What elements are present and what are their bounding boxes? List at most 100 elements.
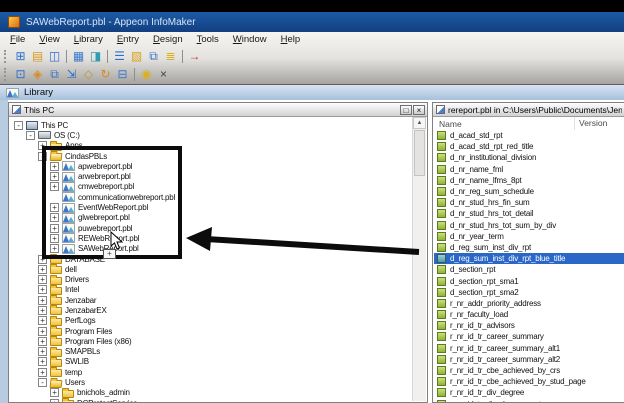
list-item[interactable]: r_nr_id_tr_div_degree_cert — [434, 399, 624, 403]
search-icon[interactable]: ◉ — [138, 66, 155, 82]
expand-icon[interactable]: + — [50, 399, 59, 402]
move-entry-icon[interactable]: ⇲ — [63, 66, 80, 82]
certify-icon[interactable]: ◈ — [29, 66, 46, 82]
close-icon[interactable]: × — [155, 66, 172, 82]
collapse-icon[interactable]: - — [38, 378, 47, 387]
scroll-up-icon[interactable]: ▲ — [413, 117, 426, 129]
list-item[interactable]: d_nr_institutional_division — [434, 152, 624, 163]
expand-icon[interactable]: + — [38, 327, 47, 336]
tree-row[interactable]: +PerfLogs — [10, 316, 412, 326]
tree-row[interactable]: +temp — [10, 367, 412, 377]
list-item[interactable]: d_nr_stud_hrs_tot_detail — [434, 208, 624, 219]
expand-icon[interactable]: + — [38, 368, 47, 377]
close-button[interactable]: × — [413, 105, 425, 115]
menu-tools[interactable]: Tools — [190, 33, 226, 46]
list-view-icon[interactable]: ☰ — [111, 48, 128, 64]
tree-row[interactable]: -OS (C:) — [10, 130, 412, 140]
list-item[interactable]: r_nr_addr_priority_address — [434, 298, 624, 309]
copy-icon[interactable]: ⧉ — [145, 48, 162, 64]
menu-library[interactable]: Library — [67, 33, 110, 46]
list-item[interactable]: d_nr_year_term — [434, 231, 624, 242]
report-painter-icon[interactable]: ▦ — [70, 48, 87, 64]
copy-entry-icon[interactable]: ⧉ — [46, 66, 63, 82]
preview-icon[interactable]: ▧ — [128, 48, 145, 64]
titlebar[interactable]: SAWebReport.pbl - Appeon InfoMaker — [0, 12, 624, 32]
expand-icon[interactable]: + — [38, 285, 47, 294]
regenerate-icon[interactable]: ↻ — [97, 66, 114, 82]
expand-icon[interactable]: + — [38, 275, 47, 284]
folder-icon — [50, 359, 62, 367]
collapse-icon[interactable]: - — [26, 131, 35, 140]
treeview-titlebar[interactable]: This PC □ × — [9, 103, 427, 117]
new-library-icon[interactable]: ⊞ — [12, 48, 29, 64]
list-item[interactable]: d_nr_name_lfms_8pt — [434, 175, 624, 186]
menu-entry[interactable]: Entry — [110, 33, 146, 46]
tree-row[interactable]: +DCProtectService — [10, 398, 412, 402]
list-item[interactable]: d_reg_sum_inst_div_rpt — [434, 242, 624, 253]
list-item[interactable]: d_nr_stud_hrs_tot_sum_by_div — [434, 220, 624, 231]
column-header-name[interactable]: Name — [433, 119, 462, 129]
tree-row[interactable]: +bnichols_admin — [10, 388, 412, 398]
menu-window[interactable]: Window — [226, 33, 274, 46]
listview-titlebar[interactable]: rereport.pbl in C:\Users\Public\Document… — [433, 103, 624, 117]
list-item[interactable]: r_nr_id_tr_career_summary_alt1 — [434, 343, 624, 354]
list-item[interactable]: r_nr_id_tr_career_summary — [434, 331, 624, 342]
menu-design[interactable]: Design — [146, 33, 190, 46]
tree-scrollbar[interactable]: ▲ — [412, 117, 426, 401]
app-window: SAWebReport.pbl - Appeon InfoMaker FileV… — [0, 0, 624, 403]
delete-entry-icon[interactable]: ◇ — [80, 66, 97, 82]
expand-icon[interactable]: + — [38, 357, 47, 366]
tree-row[interactable]: -Users — [10, 377, 412, 387]
list-item[interactable]: r_nr_id_tr_career_summary_alt2 — [434, 354, 624, 365]
open-library-icon[interactable]: ▤ — [29, 48, 46, 64]
menu-file[interactable]: File — [3, 33, 32, 46]
database-icon[interactable]: ≣ — [162, 48, 179, 64]
list-item[interactable]: r_nr_faculty_load — [434, 309, 624, 320]
list-item[interactable]: d_nr_stud_hrs_fin_sum — [434, 197, 624, 208]
library-sheet-caption[interactable]: Library — [0, 84, 624, 100]
library-painter-icon[interactable]: ◫ — [46, 48, 63, 64]
window-title: SAWebReport.pbl - Appeon InfoMaker — [26, 17, 196, 28]
menu-help[interactable]: Help — [274, 33, 308, 46]
tree-row[interactable]: +dell — [10, 264, 412, 274]
list-item[interactable]: d_section_rpt_sma1 — [434, 275, 624, 286]
list-item[interactable]: d_reg_sum_inst_div_rpt_blue_title — [434, 253, 624, 264]
list-item[interactable]: r_nr_id_tr_div_degree — [434, 387, 624, 398]
listview-window: rereport.pbl in C:\Users\Public\Document… — [432, 102, 624, 403]
expand-icon[interactable]: + — [38, 316, 47, 325]
tree-row[interactable]: +Program Files (x86) — [10, 336, 412, 346]
list-item[interactable]: r_nr_id_tr_cbe_achieved_by_crs — [434, 365, 624, 376]
expand-icon[interactable]: + — [38, 265, 47, 274]
expand-icon[interactable]: + — [38, 347, 47, 356]
tree-row[interactable]: -This PC — [10, 120, 412, 130]
list-item[interactable]: d_nr_reg_sum_schedule — [434, 186, 624, 197]
select-all-icon[interactable]: ⊡ — [12, 66, 29, 82]
tree-row[interactable]: +JenzabarEX — [10, 305, 412, 315]
expand-icon[interactable]: + — [38, 296, 47, 305]
export-icon[interactable]: ⊟ — [114, 66, 131, 82]
image-painter-icon[interactable]: ◨ — [87, 48, 104, 64]
list-item[interactable]: d_section_rpt — [434, 264, 624, 275]
list-item[interactable]: d_section_rpt_sma2 — [434, 287, 624, 298]
exit-icon[interactable]: → — [186, 48, 203, 64]
column-header-version[interactable]: Version — [574, 117, 607, 130]
list-item[interactable]: r_nr_id_tr_advisors — [434, 320, 624, 331]
collapse-icon[interactable]: - — [14, 121, 23, 130]
menu-view[interactable]: View — [32, 33, 66, 46]
list-item[interactable]: d_nr_name_fml — [434, 164, 624, 175]
maximize-button[interactable]: □ — [400, 105, 412, 115]
list-item[interactable]: d_acad_std_rpt — [434, 130, 624, 141]
expand-icon[interactable]: + — [38, 306, 47, 315]
tree-row[interactable]: +SWLIB — [10, 357, 412, 367]
expand-icon[interactable]: + — [50, 388, 59, 397]
tree-row[interactable]: +SMAPBLs — [10, 347, 412, 357]
list-item[interactable]: r_nr_id_tr_cbe_achieved_by_stud_page — [434, 376, 624, 387]
tree-row[interactable]: +Program Files — [10, 326, 412, 336]
scroll-thumb[interactable] — [414, 130, 425, 176]
tree-row[interactable]: +Drivers — [10, 274, 412, 284]
tree-row[interactable]: +Intel — [10, 285, 412, 295]
tree-row[interactable]: +Jenzabar — [10, 295, 412, 305]
list-label: d_nr_reg_sum_schedule — [450, 187, 534, 196]
expand-icon[interactable]: + — [38, 337, 47, 346]
list-item[interactable]: d_acad_std_rpt_red_title — [434, 141, 624, 152]
